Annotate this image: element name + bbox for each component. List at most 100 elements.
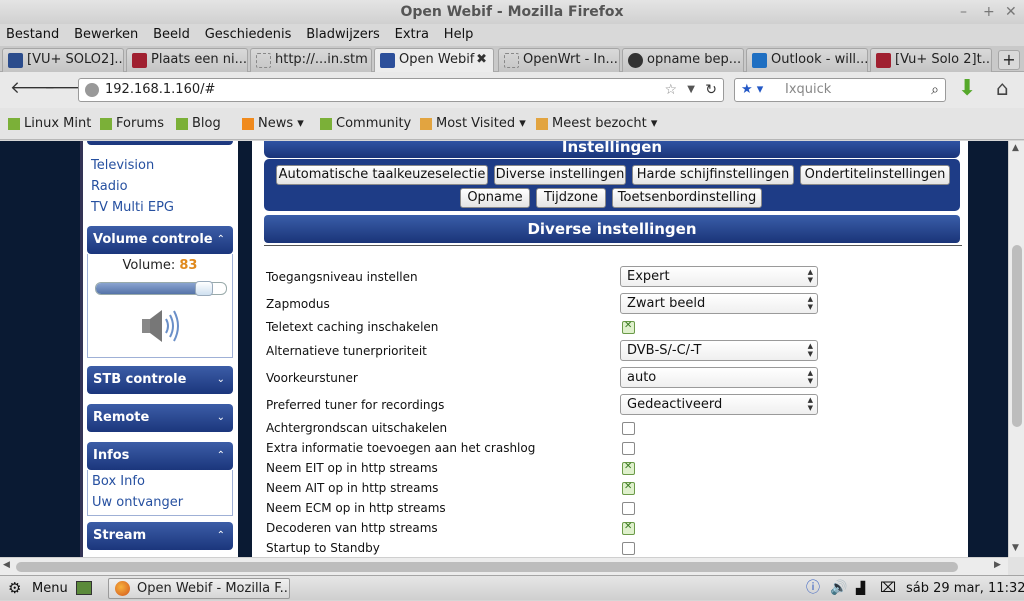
sidebar-main-header[interactable]: [87, 141, 233, 145]
menu-beeld[interactable]: Beeld: [147, 24, 195, 46]
bookmark-star-icon[interactable]: ☆: [664, 79, 677, 101]
mint-icon: [176, 118, 188, 130]
scroll-left-icon[interactable]: ◀: [3, 560, 10, 570]
infos-header[interactable]: Infos ⌃: [87, 442, 233, 470]
select-arrows-icon: ▲ ▼: [807, 268, 813, 284]
setting-label: Neem EIT op in http streams: [266, 461, 438, 475]
bookmark-blog[interactable]: Blog: [176, 116, 221, 132]
bookmark-meest-bezocht[interactable]: Meest bezocht ▾: [536, 116, 657, 132]
forum-icon: [8, 53, 23, 68]
tab-opname-bep[interactable]: opname bep...: [622, 48, 744, 72]
chevron-up-icon: ⌃: [216, 234, 225, 245]
blank-page-icon: [504, 53, 519, 68]
checkbox-teletext-caching[interactable]: [622, 320, 635, 334]
info-icon[interactable]: ⓘ: [806, 576, 820, 601]
vertical-scroll-thumb[interactable]: [1012, 245, 1022, 427]
search-icon[interactable]: ⌕: [931, 79, 939, 101]
checkbox-achtergrondscan[interactable]: [622, 422, 635, 435]
tab-opname[interactable]: Opname: [460, 188, 530, 208]
select-preferred-tuner-recordings[interactable]: Gedeactiveerd ▲ ▼: [620, 394, 818, 415]
sidebar-link-tv-multi-epg[interactable]: TV Multi EPG: [91, 200, 174, 215]
stream-header[interactable]: Stream ⌃: [87, 522, 233, 550]
sidebar-link-box-info[interactable]: Box Info: [92, 474, 145, 489]
select-tunerprioriteit[interactable]: DVB-S/-C/-T ▲ ▼: [620, 340, 818, 361]
tab-outlook[interactable]: Outlook - will...: [746, 48, 868, 72]
speaker-icon[interactable]: [138, 306, 182, 346]
horizontal-scrollbar[interactable]: ◀ ▶: [0, 557, 1008, 575]
checkbox-startup-standby[interactable]: [622, 542, 635, 555]
bookmark-community[interactable]: Community: [320, 116, 411, 132]
url-bar[interactable]: 192.168.1.160/# ☆ ▼ ↻: [78, 78, 724, 102]
site-identity-icon[interactable]: [85, 83, 99, 97]
sidebar-link-television[interactable]: Television: [91, 158, 154, 173]
checkbox-decoderen-streams[interactable]: [622, 521, 635, 535]
maximize-icon[interactable]: +: [983, 0, 995, 24]
network-icon[interactable]: ▟: [856, 576, 865, 601]
battery-icon[interactable]: ⌧: [880, 576, 896, 601]
scroll-down-icon[interactable]: ▼: [1012, 543, 1019, 553]
remote-header[interactable]: Remote ⌄: [87, 404, 233, 432]
sidebar-link-radio[interactable]: Radio: [91, 179, 128, 194]
tab-bar: [VU+ SOLO2]... Plaats een ni... http://.…: [0, 46, 1024, 73]
volume-slider-fill: [96, 283, 204, 294]
url-dropdown-icon[interactable]: ▼: [687, 79, 695, 101]
tab-toetsenbordinstelling[interactable]: Toetsenbordinstelling: [612, 188, 762, 208]
select-toegangsniveau[interactable]: Expert ▲ ▼: [620, 266, 818, 287]
close-icon[interactable]: ✕: [1005, 0, 1017, 24]
tab-vu-solo2[interactable]: [VU+ SOLO2]...: [2, 48, 124, 72]
tab-vu-solo-2t[interactable]: [Vu+ Solo 2]t...: [870, 48, 992, 72]
section-title: Diverse instellingen: [264, 215, 960, 243]
scroll-right-icon[interactable]: ▶: [994, 560, 1001, 570]
tab-http-stm[interactable]: http://...in.stm: [250, 48, 372, 72]
bookmark-linux-mint[interactable]: Linux Mint: [8, 116, 91, 132]
gear-icon[interactable]: ⚙: [8, 576, 21, 601]
menu-button[interactable]: Menu: [32, 576, 68, 601]
home-icon[interactable]: ⌂: [996, 76, 1009, 100]
menu-bestand[interactable]: Bestand: [0, 24, 64, 46]
select-voorkeurstuner[interactable]: auto ▲ ▼: [620, 367, 818, 388]
menu-geschiedenis[interactable]: Geschiedenis: [199, 24, 297, 46]
vertical-scrollbar[interactable]: ▲ ▼: [1008, 141, 1024, 557]
tab-harde-schijfinstellingen[interactable]: Harde schijfinstellingen: [632, 165, 794, 185]
checkbox-ait-streams[interactable]: [622, 481, 635, 495]
tab-diverse-instellingen[interactable]: Diverse instellingen: [494, 165, 626, 185]
taskbar-window-firefox[interactable]: Open Webif - Mozilla F...: [108, 578, 290, 599]
sidebar-link-uw-ontvanger[interactable]: Uw ontvanger: [92, 495, 183, 510]
bookmark-forums[interactable]: Forums: [100, 116, 164, 132]
download-icon[interactable]: ⬇: [958, 76, 976, 101]
new-tab-icon[interactable]: +: [998, 50, 1020, 70]
reload-icon[interactable]: ↻: [705, 79, 717, 101]
clock[interactable]: sáb 29 mar, 11:32: [906, 576, 1024, 601]
firefox-icon: [115, 581, 130, 596]
search-bar[interactable]: ★ ▾ Ixquick ⌕: [734, 78, 946, 102]
volume-icon[interactable]: 🔊: [830, 576, 847, 601]
tab-openwrt[interactable]: OpenWrt - In...: [498, 48, 620, 72]
menu-help[interactable]: Help: [438, 24, 479, 46]
tab-ondertitelinstellingen[interactable]: Ondertitelinstellingen: [800, 165, 950, 185]
search-engine-icon[interactable]: ★ ▾: [741, 79, 763, 101]
bookmark-news[interactable]: News ▾: [242, 116, 304, 132]
close-tab-icon[interactable]: ✖: [476, 49, 487, 71]
stb-control-header[interactable]: STB controle ⌄: [87, 366, 233, 394]
volume-slider-handle[interactable]: [195, 281, 213, 296]
menu-extra[interactable]: Extra: [389, 24, 434, 46]
tab-tijdzone[interactable]: Tijdzone: [536, 188, 606, 208]
bookmark-most-visited[interactable]: Most Visited ▾: [420, 116, 526, 132]
volume-panel: Volume: 83: [87, 254, 233, 358]
minimize-icon[interactable]: –: [960, 0, 967, 24]
volume-control-header[interactable]: Volume controle ⌃: [87, 226, 233, 254]
checkbox-ecm-streams[interactable]: [622, 502, 635, 515]
tab-plaats-een[interactable]: Plaats een ni...: [126, 48, 248, 72]
tab-open-webif[interactable]: Open Webif ✖: [374, 48, 494, 73]
checkbox-eit-streams[interactable]: [622, 461, 635, 475]
scroll-up-icon[interactable]: ▲: [1012, 143, 1019, 153]
checkbox-crashlog[interactable]: [622, 442, 635, 455]
show-desktop-icon[interactable]: [76, 581, 92, 595]
menu-bewerken[interactable]: Bewerken: [68, 24, 143, 46]
url-text: 192.168.1.160/#: [105, 82, 216, 97]
menu-bladwijzers[interactable]: Bladwijzers: [300, 24, 385, 46]
select-zapmodus[interactable]: Zwart beeld ▲ ▼: [620, 293, 818, 314]
volume-slider[interactable]: [95, 281, 227, 296]
horizontal-scroll-thumb[interactable]: [16, 562, 958, 572]
tab-automatische-taalkeuzeselectie[interactable]: Automatische taalkeuzeselectie: [276, 165, 488, 185]
